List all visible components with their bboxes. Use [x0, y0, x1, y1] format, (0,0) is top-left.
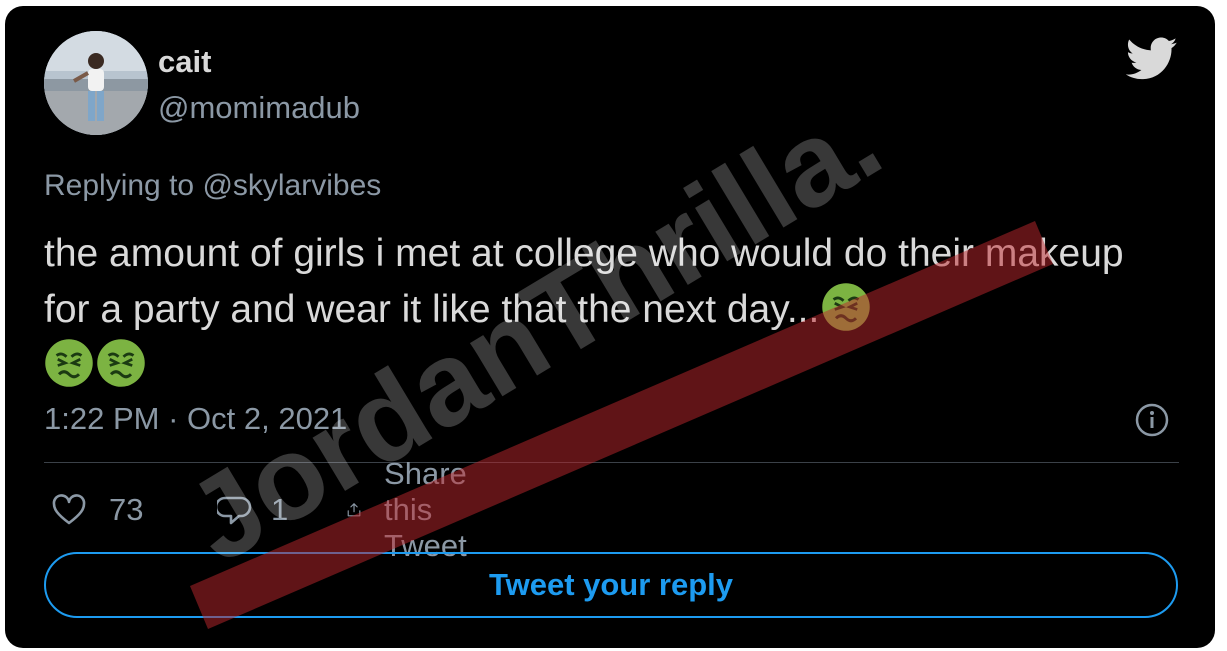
info-icon[interactable]: [1135, 403, 1169, 437]
reply-count: 1: [271, 492, 289, 527]
nauseated-face-icon: [821, 282, 871, 332]
like-count: 73: [109, 492, 144, 527]
nauseated-face-icon: [44, 338, 94, 388]
share-label: Share this Tweet: [384, 456, 467, 563]
tweet-timestamp[interactable]: 1:22 PM · Oct 2, 2021: [44, 401, 347, 437]
replying-to: Replying to @skylarvibes: [44, 169, 381, 203]
tweet-date: Oct 2, 2021: [187, 401, 348, 436]
reply-action-button[interactable]: 1: [217, 490, 288, 530]
avatar[interactable]: [44, 31, 148, 135]
tweet-your-reply-button[interactable]: Tweet your reply: [44, 552, 1178, 618]
heart-icon: [52, 494, 86, 525]
comment-icon: [217, 496, 252, 525]
timestamp-separator: ·: [168, 401, 179, 436]
divider: [44, 462, 1179, 463]
user-handle[interactable]: @momimadub: [158, 90, 360, 126]
display-name[interactable]: cait: [158, 44, 211, 80]
replying-label: Replying to: [44, 169, 195, 202]
replying-mention[interactable]: @skylarvibes: [202, 169, 381, 202]
tweet-time: 1:22 PM: [44, 401, 160, 436]
share-button[interactable]: Share this Tweet: [346, 456, 487, 563]
like-button[interactable]: 73: [51, 490, 143, 530]
tweet-body: the amount of girls i met at college who…: [44, 232, 1124, 331]
nauseated-face-icon: [96, 338, 146, 388]
tweet-card: cait @momimadub Replying to @skylarvibes…: [5, 6, 1215, 648]
twitter-bird-icon: [1125, 37, 1178, 81]
tweet-text: the amount of girls i met at college who…: [44, 226, 1164, 394]
reply-button-label: Tweet your reply: [488, 567, 734, 602]
share-icon: [347, 503, 361, 517]
